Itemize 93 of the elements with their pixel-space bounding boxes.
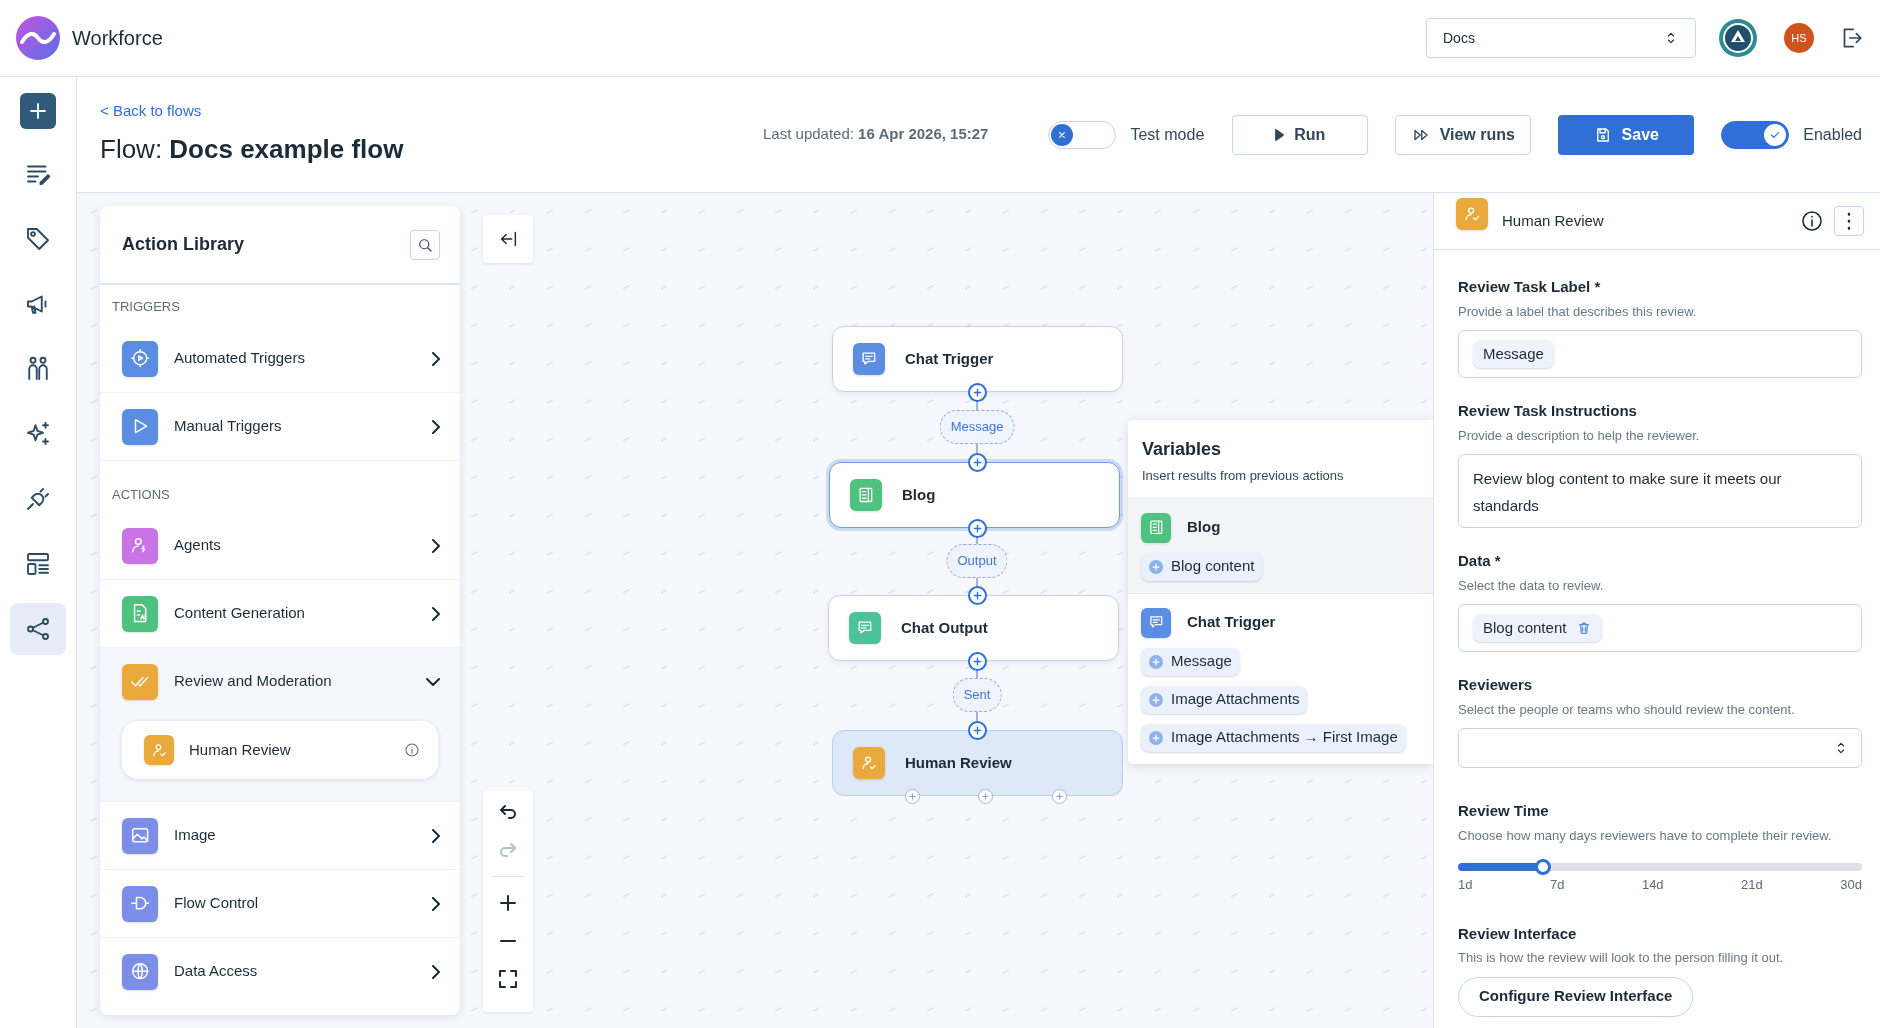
panel-title: Action Library (122, 233, 245, 256)
flow-node[interactable]: Chat Trigger (832, 326, 1123, 392)
tick-label: 21d (1741, 876, 1763, 894)
nodes-nav-button[interactable] (10, 603, 66, 655)
field-label: Review Interface (1458, 923, 1578, 944)
input-field[interactable]: Blog content (1458, 604, 1862, 652)
workspace-select[interactable]: Docs (1426, 18, 1696, 58)
view-runs-button[interactable]: View runs (1395, 114, 1532, 155)
fit-view-icon[interactable] (496, 967, 520, 991)
library-category[interactable]: Flow Control (100, 870, 460, 937)
text-area[interactable]: Review blog content to make sure it meets our standards (1458, 454, 1862, 528)
tick-label: 1d (1458, 876, 1473, 894)
flow-title: Flow: Docs example flow (100, 133, 404, 167)
variable-source: Blog (1141, 512, 1420, 543)
save-button[interactable]: Save (1558, 114, 1695, 155)
section-heading: ACTIONS (112, 487, 170, 502)
variable-chip[interactable]: Image Attachments → First Image (1141, 723, 1406, 752)
plus-icon (972, 590, 983, 601)
section-heading: TRIGGERS (112, 299, 180, 314)
field-hint: Provide a description to help the reviewer. (1458, 426, 1701, 445)
flow-node[interactable]: Blog (829, 462, 1120, 528)
test-mode-label: Test mode (1130, 124, 1205, 145)
search-button[interactable] (410, 229, 440, 260)
library-category[interactable]: Image (100, 802, 460, 869)
plus-icon (972, 387, 983, 398)
field-label: Data * (1458, 551, 1502, 571)
edge-label: Message (939, 410, 1015, 444)
play-icon (1275, 128, 1285, 141)
chevron-right-icon (432, 419, 440, 434)
chevron-right-icon (432, 964, 440, 979)
plus-circle-icon (1149, 730, 1163, 745)
variable-source: Chat Trigger (1141, 607, 1420, 638)
plus-icon (972, 523, 983, 534)
plus-icon (1055, 792, 1064, 801)
field-hint: This is how the review will look to the person filling it out. (1458, 949, 1785, 967)
tick-label: 14d (1641, 876, 1664, 894)
flow-node[interactable]: Chat Output (828, 595, 1119, 661)
field-label: Review Time (1458, 801, 1550, 821)
variable-chip[interactable]: Blog content (1141, 552, 1263, 581)
library-category[interactable]: Manual Triggers (100, 393, 460, 460)
chevron-right-icon (432, 606, 440, 621)
create-button[interactable] (20, 93, 56, 129)
field-label: Reviewers (1458, 675, 1534, 695)
panel-title: Human Review (1502, 210, 1605, 231)
logo-icon (16, 16, 60, 60)
collapse-panel-button[interactable] (483, 215, 533, 263)
chevron-right-icon (432, 828, 440, 843)
tick-label: 7d (1549, 876, 1565, 894)
field-hint: Select the data to review. (1458, 576, 1605, 595)
last-updated-text: Last updated: 16 Apr 2026, 15:27 (763, 124, 989, 145)
variable-chip[interactable]: Blog content (1473, 614, 1603, 642)
chevron-right-icon (432, 896, 440, 911)
run-button[interactable]: Run (1232, 114, 1369, 155)
popover-subtitle: Insert results from previous actions (1142, 467, 1345, 485)
organization-avatar[interactable] (1718, 18, 1758, 58)
library-category[interactable]: Content Generation (100, 580, 460, 647)
slider-thumb[interactable] (1534, 859, 1551, 875)
flow-node[interactable]: Human Review (832, 730, 1123, 796)
field-hint: Choose how many days reviewers have to complete their review. (1458, 826, 1833, 845)
popover-title: Variables (1142, 438, 1223, 461)
variable-chip[interactable]: Image Attachments (1141, 685, 1308, 714)
chevron-right-icon (432, 538, 440, 553)
library-category[interactable]: Data Access (100, 938, 460, 1005)
plus-circle-icon (1149, 654, 1163, 669)
field-hint: Provide a label that describes this review. (1458, 302, 1698, 321)
enabled-toggle[interactable] (1721, 120, 1790, 149)
plus-icon (972, 457, 983, 468)
user-avatar[interactable]: HS (1784, 23, 1814, 53)
plus-circle-icon (1149, 692, 1163, 707)
back-link[interactable]: < Back to flows (100, 99, 404, 123)
chevron-down-icon (426, 677, 440, 686)
more-icon (1847, 212, 1851, 230)
library-action[interactable]: Human Review (122, 721, 438, 779)
plus-icon (908, 792, 917, 801)
app-name: Workforce (72, 26, 163, 51)
plus-icon (981, 792, 990, 801)
test-mode-toggle[interactable] (1048, 120, 1117, 149)
field-hint: Select the people or teams who should review the content. (1458, 700, 1796, 719)
plus-icon (972, 656, 983, 667)
field-label: Review Task Instructions (1458, 401, 1638, 421)
library-category[interactable]: Automated Triggers (100, 325, 460, 392)
chevron-right-icon (432, 351, 440, 366)
variable-chip[interactable]: Message (1141, 647, 1240, 676)
plus-circle-icon (1149, 559, 1163, 574)
info-icon[interactable] (1800, 209, 1824, 233)
field-label: Review Task Label * (1458, 277, 1602, 297)
library-category[interactable]: Agents (100, 512, 460, 579)
enabled-label: Enabled (1803, 124, 1862, 145)
plus-icon (972, 725, 983, 736)
variable-chip[interactable]: Message (1473, 340, 1554, 368)
tick-label: 30d (1840, 876, 1862, 894)
library-category[interactable]: Review and Moderation (100, 648, 460, 715)
input-field[interactable]: Message (1458, 330, 1862, 378)
